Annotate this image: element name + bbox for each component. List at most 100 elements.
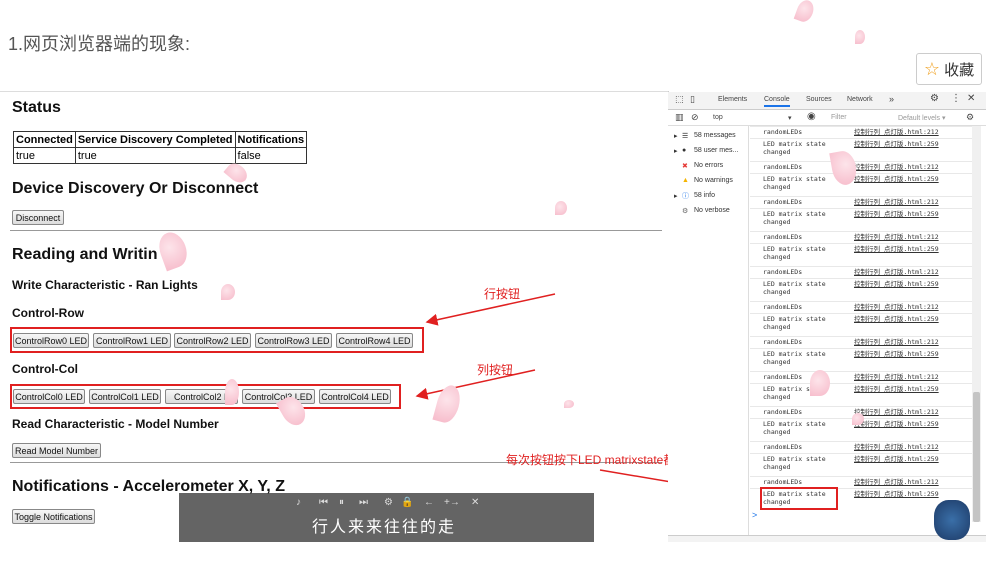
sidebar-item-errors[interactable]: ✖ No errors	[668, 158, 749, 173]
console-source-link[interactable]: 控制行列 点灯版.html:212	[854, 408, 939, 416]
console-source-link[interactable]: 控制行列 点灯版.html:259	[854, 315, 939, 323]
sidebar-item-label: 58 messages	[694, 132, 736, 139]
sidebar-item-messages[interactable]: ▸ ☰ 58 messages	[668, 128, 749, 143]
previous-icon[interactable]: ⏮	[319, 497, 328, 508]
next-icon[interactable]: ⏭	[359, 497, 368, 508]
console-message: randomLEDs	[763, 373, 803, 381]
console-source-link[interactable]: 控制行列 点灯版.html:259	[854, 175, 939, 183]
console-row-divider	[750, 371, 972, 372]
console-message: randomLEDs	[763, 268, 803, 276]
user-icon: ●	[682, 147, 687, 154]
console-source-link[interactable]: 控制行列 点灯版.html:259	[854, 385, 939, 393]
close-icon[interactable]: ✕	[471, 497, 479, 508]
music-icon[interactable]: ♪	[296, 497, 301, 508]
console-source-link[interactable]: 控制行列 点灯版.html:259	[854, 245, 939, 253]
console-source-link[interactable]: 控制行列 点灯版.html:212	[854, 268, 939, 276]
forward-icon[interactable]: +→	[444, 497, 460, 508]
console-message: LED matrix state changed	[763, 420, 826, 436]
console-row-divider	[750, 231, 972, 232]
petal-decoration	[555, 201, 567, 215]
console-message: LED matrix state changed	[763, 280, 826, 296]
console-message: randomLEDs	[763, 163, 803, 171]
sidebar-item-user-messages[interactable]: ▸ ● 58 user mes...	[668, 143, 749, 158]
matrix-state-highlight	[760, 487, 838, 510]
console-source-link[interactable]: 控制行列 点灯版.html:212	[854, 443, 939, 451]
console-source-link[interactable]: 控制行列 点灯版.html:259	[854, 490, 939, 498]
console-message: randomLEDs	[763, 338, 803, 346]
console-row-divider	[750, 441, 972, 442]
log-levels-dropdown[interactable]: Default levels ▾	[898, 114, 945, 122]
console-source-link[interactable]: 控制行列 点灯版.html:212	[854, 128, 939, 136]
console-source-link[interactable]: 控制行列 点灯版.html:212	[854, 373, 939, 381]
console-row-divider	[750, 161, 972, 162]
sidebar-item-label: No warnings	[694, 177, 733, 184]
console-row-divider	[750, 383, 972, 384]
petal-decoration	[852, 413, 864, 425]
back-icon[interactable]: ←	[424, 497, 434, 508]
tab-elements[interactable]: Elements	[718, 96, 747, 103]
console-row-divider	[750, 301, 972, 302]
inspect-icon[interactable]: ⬚	[675, 94, 684, 105]
console-message: randomLEDs	[763, 128, 803, 136]
petal-decoration	[855, 30, 865, 44]
pause-icon[interactable]: ⏸	[339, 497, 344, 508]
petal-decoration	[564, 400, 574, 408]
settings-icon[interactable]: ⚙	[384, 497, 393, 508]
console-message: LED matrix state changed	[763, 140, 826, 156]
console-source-link[interactable]: 控制行列 点灯版.html:212	[854, 233, 939, 241]
sidebar-item-label: No errors	[694, 162, 724, 169]
device-toggle-icon[interactable]: ▯	[690, 94, 695, 105]
console-message: randomLEDs	[763, 198, 803, 206]
gear-icon[interactable]: ⚙	[930, 93, 939, 104]
info-icon: ⓘ	[682, 192, 689, 200]
console-source-link[interactable]: 控制行列 点灯版.html:259	[854, 455, 939, 463]
context-selector[interactable]: top	[713, 114, 723, 121]
console-prompt[interactable]: >	[752, 510, 757, 520]
sidebar-item-label: 58 info	[694, 192, 716, 199]
console-row-divider	[750, 173, 972, 174]
petal-decoration	[225, 379, 239, 405]
lock-icon[interactable]: 🔒	[401, 497, 413, 508]
clear-console-icon[interactable]: ⊘	[691, 112, 699, 123]
petal-decoration	[810, 370, 830, 396]
sidebar-item-label: No verbose	[694, 207, 730, 214]
petal-decoration	[221, 284, 235, 300]
console-source-link[interactable]: 控制行列 点灯版.html:212	[854, 163, 939, 171]
sidebar-item-verbose[interactable]: ⚙ No verbose	[668, 203, 749, 218]
sidebar-toggle-icon[interactable]: ▥	[675, 112, 684, 123]
console-source-link[interactable]: 控制行列 点灯版.html:212	[854, 198, 939, 206]
console-message: randomLEDs	[763, 443, 803, 451]
console-scrollbar-thumb[interactable]	[973, 392, 980, 522]
console-settings-icon[interactable]: ⚙	[966, 112, 974, 123]
more-tabs-icon[interactable]: »	[889, 94, 894, 104]
console-row-divider	[750, 266, 972, 267]
tab-network[interactable]: Network	[847, 96, 873, 103]
console-source-link[interactable]: 控制行列 点灯版.html:259	[854, 140, 939, 148]
kebab-menu-icon[interactable]: ⋮	[951, 93, 961, 104]
console-row-divider	[750, 278, 972, 279]
console-filter-bar: ▥ ⊘ top ▾ ◉ Filter Default levels ▾ ⚙	[668, 110, 986, 126]
expand-arrow-icon: ▸	[674, 192, 678, 200]
console-source-link[interactable]: 控制行列 点灯版.html:259	[854, 350, 939, 358]
console-source-link[interactable]: 控制行列 点灯版.html:212	[854, 303, 939, 311]
console-row-divider	[750, 196, 972, 197]
console-message: LED matrix state changed	[763, 175, 826, 191]
console-filter-input[interactable]: Filter	[831, 114, 847, 121]
console-source-link[interactable]: 控制行列 点灯版.html:212	[854, 338, 939, 346]
console-source-link[interactable]: 控制行列 点灯版.html:259	[854, 420, 939, 428]
chevron-down-icon[interactable]: ▾	[788, 114, 792, 122]
sidebar-item-warnings[interactable]: ▲ No warnings	[668, 173, 749, 188]
error-icon: ✖	[682, 162, 688, 170]
list-icon: ☰	[682, 132, 689, 140]
console-source-link[interactable]: 控制行列 点灯版.html:259	[854, 280, 939, 288]
console-source-link[interactable]: 控制行列 点灯版.html:259	[854, 210, 939, 218]
mascot-sticker	[934, 500, 970, 540]
tab-console[interactable]: Console	[764, 96, 790, 107]
close-icon[interactable]: ✕	[967, 93, 975, 104]
console-source-link[interactable]: 控制行列 点灯版.html:212	[854, 478, 939, 486]
sidebar-item-label: 58 user mes...	[694, 147, 739, 154]
console-row-divider	[750, 348, 972, 349]
tab-sources[interactable]: Sources	[806, 96, 832, 103]
sidebar-item-info[interactable]: ▸ ⓘ 58 info	[668, 188, 749, 203]
eye-icon[interactable]: ◉	[807, 111, 816, 122]
